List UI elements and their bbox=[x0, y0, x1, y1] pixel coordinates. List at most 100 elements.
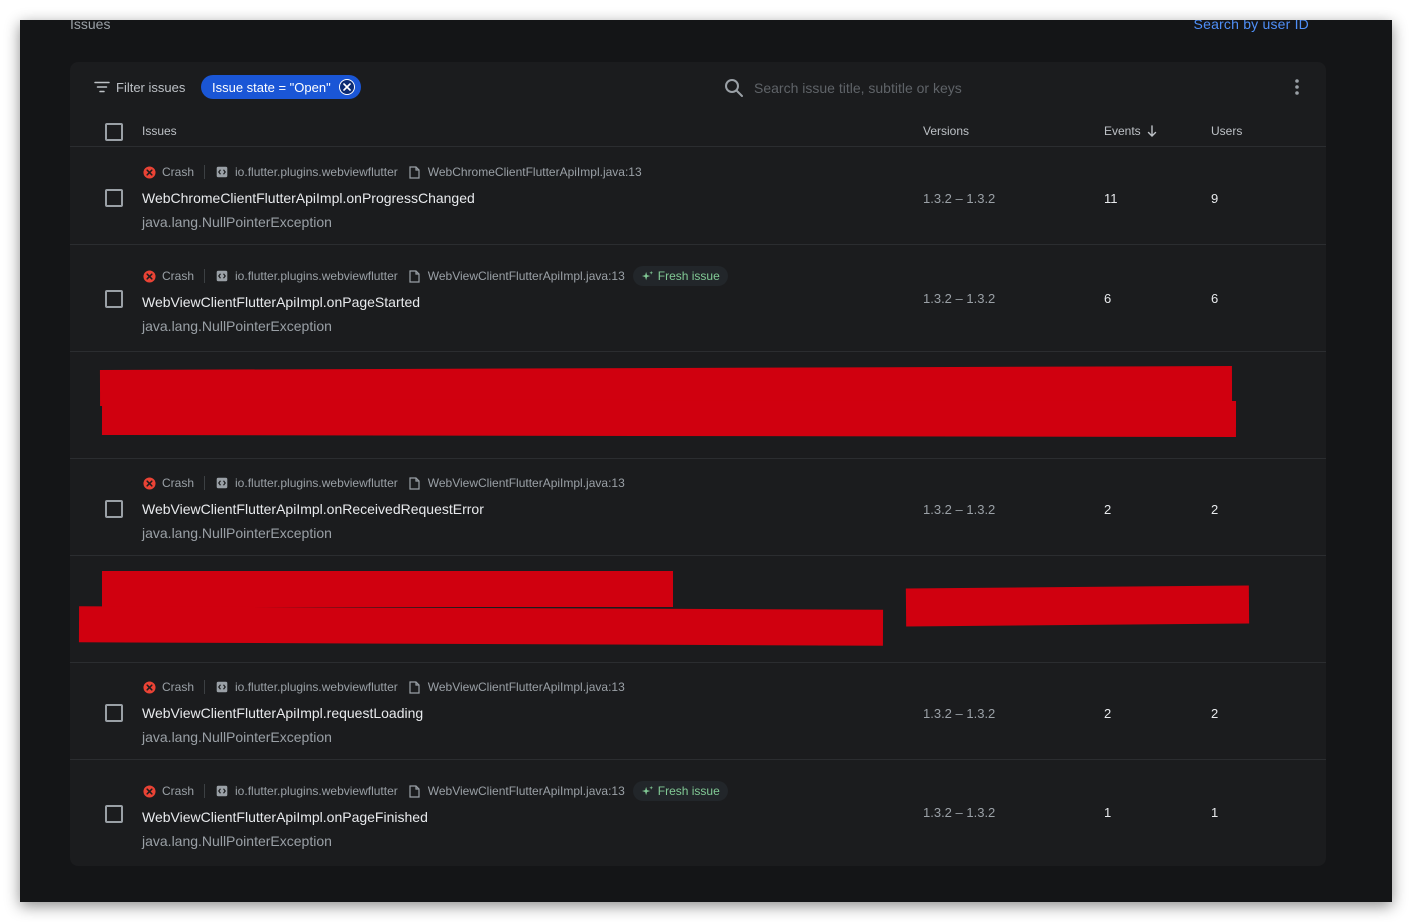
arrow-down-icon bbox=[1147, 125, 1156, 137]
app-window: Issues Search by user ID Filter issues I… bbox=[20, 20, 1392, 902]
issue-state-filter-chip[interactable]: Issue state = "Open" bbox=[201, 75, 361, 99]
fresh-issue-label: Fresh issue bbox=[657, 784, 720, 798]
divider bbox=[204, 680, 206, 694]
redacted-row bbox=[70, 556, 1326, 663]
redaction-bar bbox=[102, 571, 673, 607]
issue-events: 2 bbox=[1104, 502, 1112, 517]
row-checkbox[interactable] bbox=[105, 500, 123, 518]
table-row[interactable]: Crash io.flutter.plugins.webviewflutter … bbox=[70, 760, 1326, 866]
issues-toolbar: Filter issues Issue state = "Open" bbox=[70, 62, 1326, 112]
issue-subtitle: java.lang.NullPointerException bbox=[142, 833, 332, 849]
table-row[interactable]: Crash io.flutter.plugins.webviewflutter … bbox=[70, 459, 1326, 556]
issue-file: WebViewClientFlutterApiImpl.java:13 bbox=[427, 476, 625, 490]
column-header-events[interactable]: Events bbox=[1104, 124, 1157, 138]
fresh-issue-label: Fresh issue bbox=[657, 269, 720, 283]
chip-label: Issue state = "Open" bbox=[212, 79, 331, 95]
table-row[interactable]: Crash io.flutter.plugins.webviewflutter … bbox=[70, 663, 1326, 760]
code-icon bbox=[215, 269, 229, 283]
divider bbox=[204, 476, 206, 490]
file-icon bbox=[408, 269, 422, 283]
redaction-bar bbox=[905, 585, 1250, 627]
code-icon bbox=[215, 784, 229, 798]
issue-title[interactable]: WebViewClientFlutterApiImpl.onPageStarte… bbox=[142, 294, 420, 310]
file-icon bbox=[408, 476, 422, 490]
row-checkbox[interactable] bbox=[105, 189, 123, 207]
redaction-bar bbox=[101, 399, 1237, 437]
issue-search-input[interactable] bbox=[754, 80, 1214, 96]
chip-remove-button[interactable] bbox=[338, 79, 355, 95]
close-icon bbox=[342, 83, 351, 91]
table-header: Issues Versions Events Users bbox=[70, 117, 1326, 147]
issue-events: 1 bbox=[1104, 805, 1112, 820]
issue-package: io.flutter.plugins.webviewflutter bbox=[235, 784, 398, 798]
filter-icon bbox=[94, 81, 110, 93]
issue-subtitle: java.lang.NullPointerException bbox=[142, 525, 332, 541]
table-row[interactable]: Crash io.flutter.plugins.webviewflutter … bbox=[70, 148, 1326, 245]
issue-search bbox=[724, 76, 1244, 100]
search-by-user-id-link[interactable]: Search by user ID bbox=[1194, 20, 1309, 32]
column-header-events-label: Events bbox=[1104, 124, 1141, 138]
issue-users: 2 bbox=[1211, 706, 1219, 721]
issues-table-card: Filter issues Issue state = "Open" Searc… bbox=[70, 62, 1326, 866]
code-icon bbox=[215, 476, 229, 490]
search-icon bbox=[725, 79, 743, 97]
issue-package: io.flutter.plugins.webviewflutter bbox=[235, 269, 398, 283]
code-icon bbox=[215, 680, 229, 694]
issue-events: 2 bbox=[1104, 706, 1112, 721]
issue-versions: 1.3.2 – 1.3.2 bbox=[923, 191, 996, 206]
issue-file: WebViewClientFlutterApiImpl.java:13 bbox=[427, 269, 625, 283]
issues-list: Crash io.flutter.plugins.webviewflutter … bbox=[70, 148, 1326, 866]
row-checkbox[interactable] bbox=[105, 290, 123, 308]
fresh-issue-badge: Fresh issue bbox=[632, 266, 728, 286]
sparkle-icon bbox=[641, 785, 653, 795]
issue-events: 11 bbox=[1104, 191, 1118, 206]
issue-meta: Crash io.flutter.plugins.webviewflutter … bbox=[142, 781, 728, 801]
issue-users: 1 bbox=[1211, 805, 1219, 820]
issue-versions: 1.3.2 – 1.3.2 bbox=[923, 502, 996, 517]
select-all-checkbox[interactable] bbox=[105, 123, 123, 141]
crash-icon bbox=[142, 784, 156, 798]
filter-issues-label: Filter issues bbox=[116, 79, 186, 95]
column-header-issues[interactable]: Issues bbox=[142, 124, 177, 138]
column-header-users[interactable]: Users bbox=[1211, 124, 1242, 138]
fresh-issue-badge: Fresh issue bbox=[632, 781, 728, 801]
issue-versions: 1.3.2 – 1.3.2 bbox=[923, 291, 996, 306]
issue-title[interactable]: WebChromeClientFlutterApiImpl.onProgress… bbox=[142, 190, 475, 206]
redaction-bar bbox=[78, 606, 884, 646]
divider bbox=[204, 165, 206, 179]
issue-title[interactable]: WebViewClientFlutterApiImpl.requestLoadi… bbox=[142, 705, 423, 721]
table-row[interactable]: Crash io.flutter.plugins.webviewflutter … bbox=[70, 245, 1326, 352]
issue-type: Crash bbox=[162, 165, 195, 179]
page-header: Issues Search by user ID bbox=[20, 20, 1392, 40]
more-options-button[interactable] bbox=[1287, 77, 1307, 97]
file-icon bbox=[408, 680, 422, 694]
issue-file: WebChromeClientFlutterApiImpl.java:13 bbox=[427, 165, 642, 179]
page-title: Issues bbox=[70, 20, 111, 32]
issue-meta: Crash io.flutter.plugins.webviewflutter … bbox=[142, 680, 625, 694]
issue-users: 6 bbox=[1211, 291, 1219, 306]
issue-type: Crash bbox=[162, 784, 195, 798]
divider bbox=[204, 269, 206, 283]
crash-icon bbox=[142, 269, 156, 283]
crash-icon bbox=[142, 680, 156, 694]
issue-package: io.flutter.plugins.webviewflutter bbox=[235, 165, 398, 179]
file-icon bbox=[408, 165, 422, 179]
issue-users: 2 bbox=[1211, 502, 1219, 517]
file-icon bbox=[408, 784, 422, 798]
issue-type: Crash bbox=[162, 476, 195, 490]
row-checkbox[interactable] bbox=[105, 704, 123, 722]
issue-type: Crash bbox=[162, 269, 195, 283]
issue-users: 9 bbox=[1211, 191, 1219, 206]
issue-versions: 1.3.2 – 1.3.2 bbox=[923, 805, 996, 820]
issue-package: io.flutter.plugins.webviewflutter bbox=[235, 680, 398, 694]
issue-title[interactable]: WebViewClientFlutterApiImpl.onPageFinish… bbox=[142, 809, 428, 825]
redacted-row bbox=[70, 352, 1326, 459]
row-checkbox[interactable] bbox=[105, 805, 123, 823]
filter-issues-button[interactable]: Filter issues bbox=[94, 76, 185, 98]
issue-title[interactable]: WebViewClientFlutterApiImpl.onReceivedRe… bbox=[142, 501, 484, 517]
issue-subtitle: java.lang.NullPointerException bbox=[142, 729, 332, 745]
divider bbox=[204, 784, 206, 798]
sparkle-icon bbox=[641, 270, 653, 280]
column-header-versions[interactable]: Versions bbox=[923, 124, 969, 138]
issue-meta: Crash io.flutter.plugins.webviewflutter … bbox=[142, 476, 625, 490]
